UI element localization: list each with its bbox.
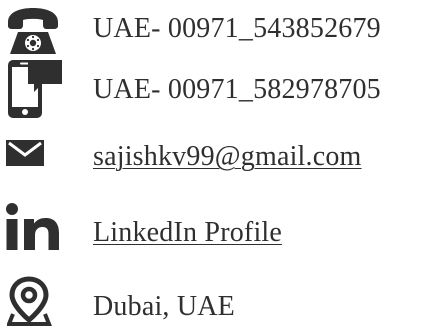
location-text: Dubai, UAE <box>93 291 235 322</box>
contact-row-linkedin: LinkedIn Profile <box>0 200 435 256</box>
contact-row-phone: UAE- 00971_543852679 <box>0 2 435 58</box>
email-link[interactable]: sajishkv99@gmail.com <box>93 141 362 173</box>
contact-row-email: sajishkv99@gmail.com <box>0 126 435 182</box>
mobile-number: UAE- 00971_582978705 <box>93 74 381 105</box>
contact-row-location: Dubai, UAE <box>0 272 435 328</box>
linkedin-icon[interactable] <box>4 202 62 258</box>
linkedin-profile-link[interactable]: LinkedIn Profile <box>93 217 282 249</box>
phone-number: UAE- 00971_543852679 <box>93 13 381 44</box>
contact-row-mobile: UAE- 00971_582978705 <box>0 58 435 118</box>
telephone-icon <box>4 6 62 62</box>
envelope-icon <box>4 138 62 194</box>
mobile-chat-icon <box>4 58 62 118</box>
location-pin-icon <box>7 276 65 332</box>
